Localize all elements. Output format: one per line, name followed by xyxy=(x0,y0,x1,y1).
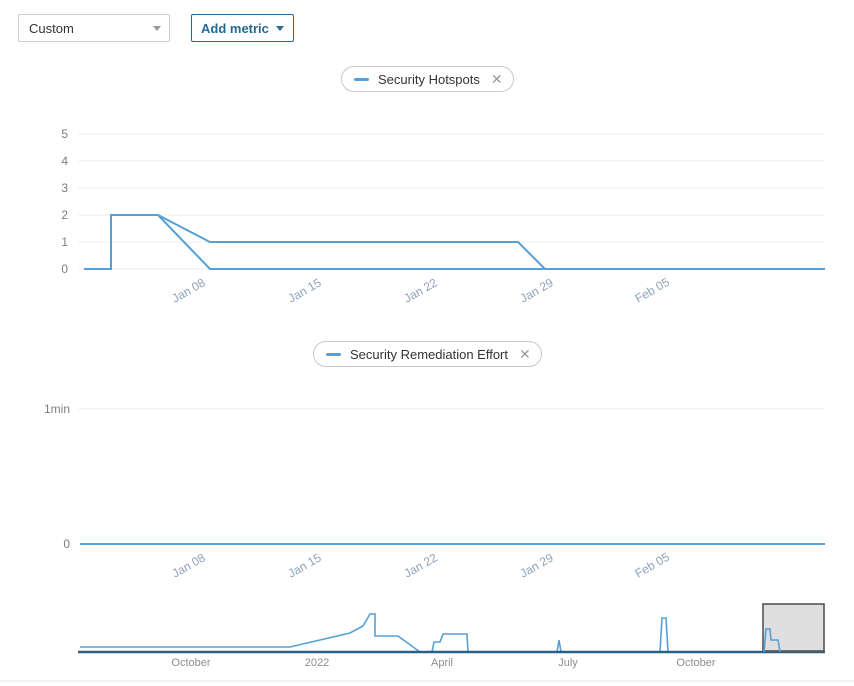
nav-tick-label: July xyxy=(558,657,578,669)
y-tick-label: 1min xyxy=(44,402,70,416)
legend-line-icon xyxy=(326,352,341,356)
legend-chip-security-remediation-effort[interactable]: Security Remediation Effort ✕ xyxy=(313,341,542,367)
navigator-x-axis: October 2022 April July October xyxy=(171,657,715,669)
chart-security-remediation-effort: 1min 0 Jan 08 Jan 15 Jan 22 Jan 29 Feb 0… xyxy=(0,395,854,595)
period-select[interactable]: Custom xyxy=(18,14,170,42)
x-tick-label: Jan 08 xyxy=(170,550,208,580)
x-tick-label: Jan 15 xyxy=(286,550,324,580)
legend-line-icon xyxy=(354,77,369,81)
close-icon[interactable]: ✕ xyxy=(491,72,503,86)
y-tick-label: 3 xyxy=(61,181,68,195)
y-tick-label: 5 xyxy=(61,127,68,141)
nav-tick-label: October xyxy=(676,657,715,669)
navigator-series-line xyxy=(80,613,825,653)
legend-label: Security Remediation Effort xyxy=(350,346,508,362)
chart1-x-axis: Jan 08 Jan 15 Jan 22 Jan 29 Feb 05 xyxy=(170,275,673,306)
chart2-gridlines xyxy=(78,408,825,545)
chart1-y-axis: 5 4 3 2 1 0 xyxy=(61,127,68,276)
x-tick-label: Feb 05 xyxy=(633,550,673,581)
chart2-y-axis: 1min 0 xyxy=(44,402,70,551)
x-tick-label: Jan 15 xyxy=(286,275,324,305)
chart-security-hotspots: 5 4 3 2 1 0 Jan 08 Jan 15 Jan 22 Jan 29 … xyxy=(0,120,854,320)
nav-tick-label: October xyxy=(171,657,210,669)
legend-chip-security-hotspots[interactable]: Security Hotspots ✕ xyxy=(341,66,514,92)
y-tick-label: 0 xyxy=(61,262,68,276)
chart2-x-axis: Jan 08 Jan 15 Jan 22 Jan 29 Feb 05 xyxy=(170,550,673,581)
chevron-down-icon xyxy=(275,25,284,31)
x-tick-label: Jan 22 xyxy=(402,275,440,305)
nav-tick-label: 2022 xyxy=(305,657,329,669)
x-tick-label: Jan 08 xyxy=(170,275,208,305)
add-metric-button[interactable]: Add metric xyxy=(191,14,294,42)
nav-tick-label: April xyxy=(431,657,453,669)
period-select-value: Custom xyxy=(29,20,74,36)
y-tick-label: 2 xyxy=(61,208,68,222)
range-navigator[interactable]: October 2022 April July October xyxy=(0,596,854,686)
navigator-selection-fill[interactable] xyxy=(763,604,824,651)
y-tick-label: 1 xyxy=(61,235,68,249)
legend-label: Security Hotspots xyxy=(378,71,480,87)
toolbar: Custom Add metric xyxy=(0,0,854,56)
y-tick-label: 0 xyxy=(63,537,70,551)
y-tick-label: 4 xyxy=(61,154,68,168)
x-tick-label: Feb 05 xyxy=(633,275,673,306)
close-icon[interactable]: ✕ xyxy=(519,347,531,361)
x-tick-label: Jan 29 xyxy=(518,550,556,580)
x-tick-label: Jan 29 xyxy=(518,275,556,305)
chevron-down-icon xyxy=(153,25,161,31)
add-metric-label: Add metric xyxy=(201,20,269,36)
x-tick-label: Jan 22 xyxy=(402,550,440,580)
